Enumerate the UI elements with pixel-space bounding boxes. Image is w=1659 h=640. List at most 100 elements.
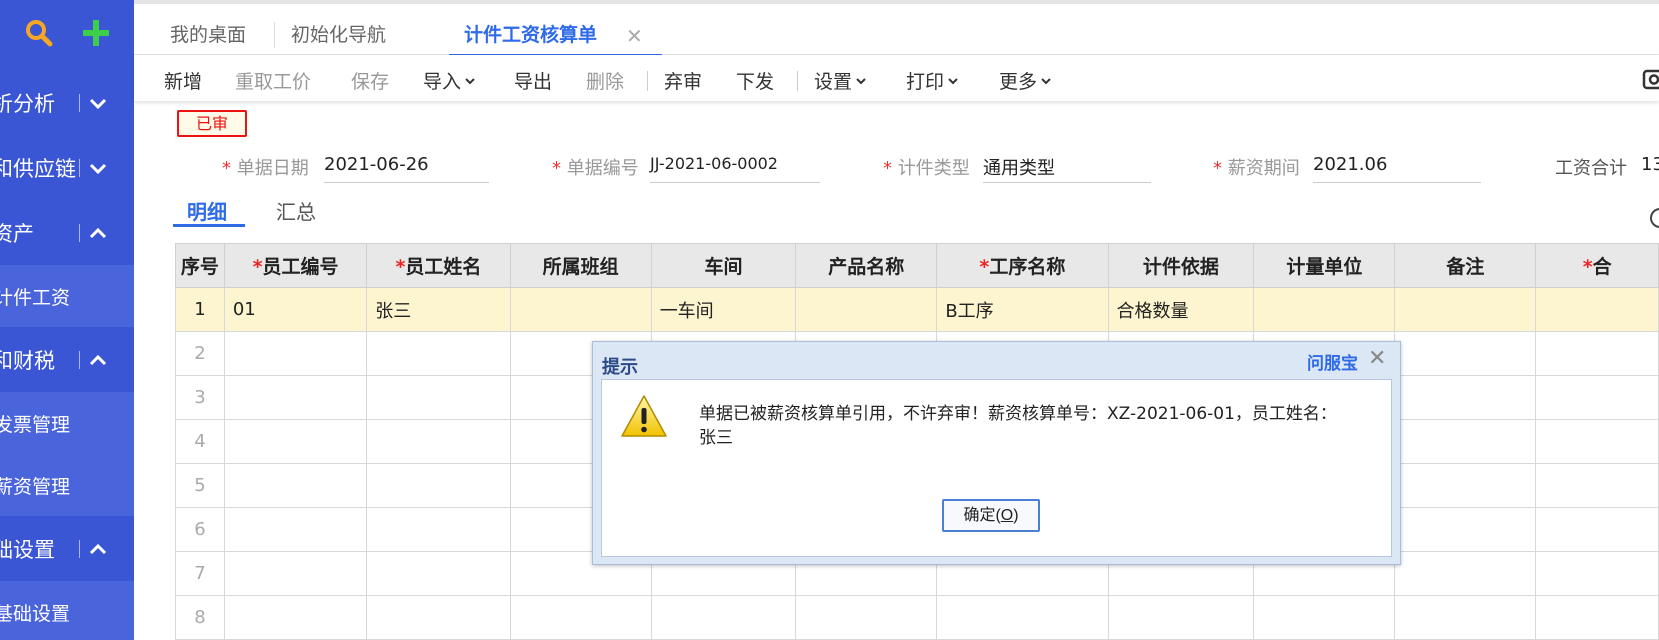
column-header[interactable]: *员工姓名 bbox=[366, 243, 511, 288]
table-cell[interactable] bbox=[223, 463, 368, 508]
import-button[interactable]: 导入 bbox=[423, 67, 476, 94]
table-cell[interactable] bbox=[1535, 507, 1659, 552]
print-button[interactable]: 打印 bbox=[906, 67, 959, 94]
column-header[interactable]: 计件依据 bbox=[1107, 243, 1255, 288]
column-header[interactable]: 计量单位 bbox=[1253, 243, 1396, 288]
table-cell[interactable] bbox=[1535, 595, 1659, 640]
more-button[interactable]: 更多 bbox=[999, 67, 1052, 94]
table-cell[interactable] bbox=[795, 595, 938, 640]
export-button[interactable]: 导出 bbox=[514, 67, 552, 94]
refetch-price-button[interactable]: 重取工价 bbox=[235, 67, 311, 94]
table-cell[interactable]: 01 bbox=[223, 287, 368, 332]
column-header[interactable]: 备注 bbox=[1394, 243, 1537, 288]
table-cell[interactable] bbox=[1394, 551, 1537, 596]
table-cell[interactable] bbox=[1394, 331, 1537, 376]
table-cell[interactable] bbox=[366, 419, 511, 464]
column-header[interactable]: *工序名称 bbox=[936, 243, 1109, 288]
table-cell[interactable] bbox=[223, 331, 368, 376]
table-cell[interactable] bbox=[223, 507, 368, 552]
doc-date-field[interactable]: * 单据日期 2021-06-26 bbox=[222, 150, 492, 183]
sidebar-item-supply-chain[interactable]: 和供应链 bbox=[0, 135, 134, 200]
table-cell[interactable] bbox=[366, 463, 511, 508]
table-cell[interactable] bbox=[1394, 507, 1537, 552]
table-cell[interactable] bbox=[1394, 463, 1537, 508]
search-icon[interactable] bbox=[24, 18, 54, 52]
table-cell[interactable] bbox=[1107, 595, 1255, 640]
help-link[interactable]: 问服宝 bbox=[1307, 349, 1358, 374]
table-cell[interactable]: 一车间 bbox=[650, 287, 797, 332]
close-icon[interactable]: ✕ bbox=[1368, 348, 1386, 370]
column-header[interactable]: *员工编号 bbox=[223, 243, 368, 288]
pay-period-value[interactable]: 2021.06 bbox=[1313, 154, 1481, 183]
table-cell[interactable] bbox=[223, 375, 368, 420]
search-icon[interactable] bbox=[1650, 208, 1659, 228]
table-cell[interactable] bbox=[1535, 375, 1659, 420]
column-header[interactable]: 所属班组 bbox=[509, 243, 652, 288]
sidebar-item-settings[interactable]: 础设置 bbox=[0, 516, 134, 581]
piece-type-value[interactable]: 通用类型 bbox=[983, 154, 1151, 183]
save-button[interactable]: 保存 bbox=[351, 67, 389, 94]
table-cell[interactable] bbox=[223, 419, 368, 464]
table-cell[interactable]: 张三 bbox=[366, 287, 511, 332]
sidebar-item-piece-wage[interactable]: 计件工资 bbox=[0, 265, 134, 327]
table-row[interactable]: 1 01 张三 一车间 B工序 合格数量 bbox=[175, 287, 1659, 332]
delete-button[interactable]: 删除 bbox=[586, 67, 624, 94]
table-cell[interactable] bbox=[1535, 331, 1659, 376]
new-button[interactable]: 新增 bbox=[164, 67, 202, 94]
table-cell[interactable] bbox=[366, 375, 511, 420]
chevron-down-icon[interactable] bbox=[88, 158, 108, 178]
ok-button[interactable]: 确定(O) bbox=[942, 499, 1040, 532]
table-cell[interactable] bbox=[366, 507, 511, 552]
sidebar-item-base-settings[interactable]: 基础设置 bbox=[0, 581, 134, 640]
chevron-up-icon[interactable] bbox=[88, 539, 108, 559]
table-cell[interactable]: B工序 bbox=[936, 287, 1109, 332]
table-cell[interactable] bbox=[509, 595, 652, 640]
table-cell[interactable] bbox=[1394, 595, 1537, 640]
table-cell[interactable] bbox=[936, 595, 1109, 640]
table-cell[interactable] bbox=[366, 595, 511, 640]
tab-init-nav[interactable]: 初始化导航 bbox=[291, 4, 386, 54]
plus-icon[interactable] bbox=[81, 18, 111, 52]
table-cell[interactable] bbox=[1535, 419, 1659, 464]
column-header[interactable]: 车间 bbox=[650, 243, 797, 288]
doc-date-value[interactable]: 2021-06-26 bbox=[324, 154, 489, 183]
chevron-up-icon[interactable] bbox=[88, 223, 108, 243]
piece-type-field[interactable]: * 计件类型 通用类型 bbox=[883, 150, 1153, 183]
sidebar-item-production[interactable]: 资产 bbox=[0, 200, 134, 265]
table-cell[interactable] bbox=[1394, 287, 1537, 332]
table-row[interactable]: 8 bbox=[175, 595, 1659, 640]
tab-piece-wage-calc[interactable]: 计件工资核算单 bbox=[464, 4, 597, 54]
sidebar-item-finance-tax[interactable]: 和财税 bbox=[0, 327, 134, 392]
settings-button[interactable]: 设置 bbox=[814, 67, 867, 94]
table-cell[interactable] bbox=[1394, 419, 1537, 464]
close-icon[interactable]: ✕ bbox=[626, 24, 643, 48]
tab-desktop[interactable]: 我的桌面 bbox=[170, 4, 246, 54]
camera-icon[interactable] bbox=[1642, 67, 1659, 91]
table-cell[interactable] bbox=[1253, 595, 1396, 640]
table-cell[interactable]: 合格数量 bbox=[1107, 287, 1255, 332]
table-cell[interactable] bbox=[1535, 463, 1659, 508]
table-cell[interactable] bbox=[1253, 287, 1396, 332]
doc-no-field[interactable]: * 单据编号 JJ-2021-06-0002 bbox=[552, 150, 822, 183]
chevron-up-icon[interactable] bbox=[88, 350, 108, 370]
issue-button[interactable]: 下发 bbox=[736, 67, 774, 94]
table-cell[interactable] bbox=[223, 595, 368, 640]
table-cell[interactable] bbox=[650, 595, 797, 640]
sidebar-item-salary[interactable]: 薪资管理 bbox=[0, 454, 134, 516]
table-cell[interactable] bbox=[795, 287, 938, 332]
chevron-down-icon[interactable] bbox=[88, 93, 108, 113]
table-cell[interactable] bbox=[223, 551, 368, 596]
table-cell[interactable] bbox=[366, 331, 511, 376]
sidebar-item-analysis[interactable]: 析分析 bbox=[0, 70, 134, 135]
table-cell[interactable] bbox=[1535, 287, 1659, 332]
pay-period-field[interactable]: * 薪资期间 2021.06 bbox=[1213, 150, 1483, 183]
table-cell[interactable] bbox=[366, 551, 511, 596]
column-header[interactable]: *合 bbox=[1535, 243, 1659, 288]
sidebar-item-invoice[interactable]: 发票管理 bbox=[0, 392, 134, 454]
column-header[interactable]: 产品名称 bbox=[795, 243, 938, 288]
doc-no-value[interactable]: JJ-2021-06-0002 bbox=[650, 154, 820, 183]
table-cell[interactable] bbox=[509, 287, 652, 332]
table-cell[interactable] bbox=[1535, 551, 1659, 596]
tab-detail[interactable]: 明细 bbox=[187, 196, 227, 225]
tab-summary[interactable]: 汇总 bbox=[276, 196, 316, 225]
